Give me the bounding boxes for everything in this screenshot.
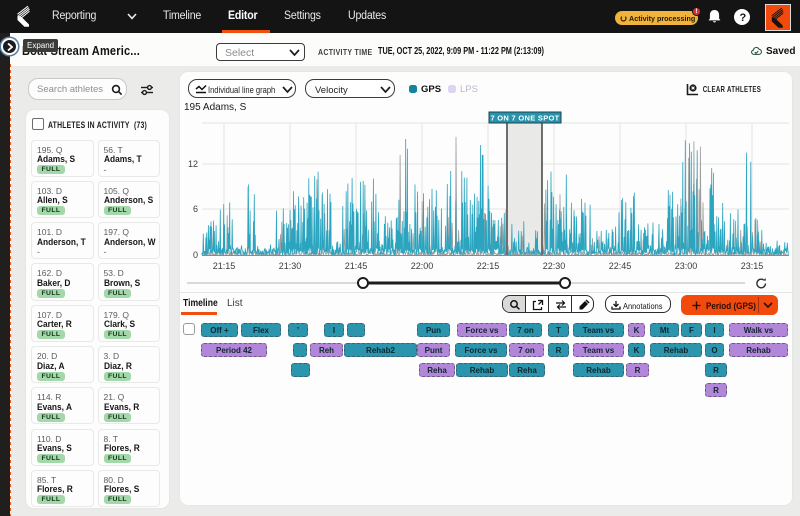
svg-text:23:00: 23:00 bbox=[675, 261, 698, 271]
svg-text:6: 6 bbox=[193, 204, 198, 214]
svg-text:22:30: 22:30 bbox=[543, 261, 566, 271]
svg-text:12: 12 bbox=[188, 159, 198, 169]
svg-text:21:30: 21:30 bbox=[279, 261, 302, 271]
svg-text:0: 0 bbox=[193, 250, 198, 260]
svg-text:22:15: 22:15 bbox=[477, 261, 500, 271]
svg-text:7 ON 7 ONE SPOT: 7 ON 7 ONE SPOT bbox=[490, 114, 559, 123]
svg-text:22:00: 22:00 bbox=[411, 261, 434, 271]
svg-text:21:45: 21:45 bbox=[345, 261, 368, 271]
svg-text:22:45: 22:45 bbox=[609, 261, 632, 271]
svg-text:23:15: 23:15 bbox=[741, 261, 764, 271]
svg-text:21:15: 21:15 bbox=[213, 261, 236, 271]
